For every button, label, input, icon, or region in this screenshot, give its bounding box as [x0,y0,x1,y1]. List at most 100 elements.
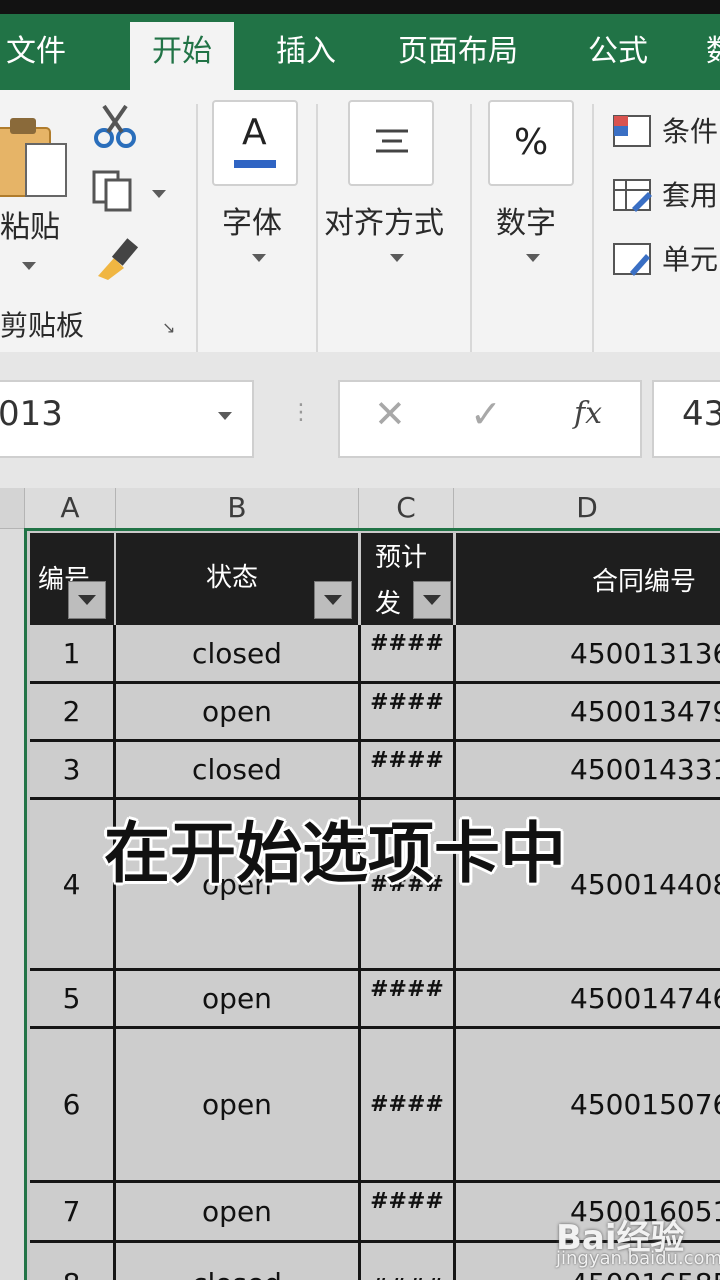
cell-eta[interactable]: #### [361,1243,456,1280]
format-painter-icon[interactable] [94,236,139,284]
row-headers[interactable] [0,529,24,1280]
cell-no[interactable]: 2 [30,684,116,742]
ribbon-home: 粘贴 剪贴板 ↘ A 字体 对齐方式 % 数字 条件 套用 单元 [0,90,720,354]
number-group-label: 数字 [496,206,556,241]
cell-eta[interactable]: #### [361,1183,456,1243]
cell-no[interactable]: 7 [30,1183,116,1243]
paste-button[interactable] [0,114,72,204]
cell-status[interactable]: closed [116,742,361,800]
name-box-dropdown-icon[interactable] [218,412,232,420]
insert-function-icon[interactable]: fx [574,396,602,431]
cell-contract[interactable]: 450013479 [456,684,720,742]
tab-page-layout[interactable]: 页面布局 [398,14,518,90]
cell-eta[interactable]: #### [361,625,456,684]
alignment-dropdown-icon[interactable] [390,254,404,262]
header-status-label: 状态 [206,563,259,593]
cell-contract[interactable]: 450014331 [456,742,720,800]
group-separator [592,104,594,352]
cell-contract[interactable]: 450013136 [456,625,720,684]
cell-no[interactable]: 5 [30,971,116,1029]
cell-status[interactable]: open [116,971,361,1029]
column-header-c[interactable]: C [359,488,454,529]
top-bar [0,0,720,14]
align-center-icon [376,129,408,153]
format-as-table-button[interactable]: 套用 [612,174,720,218]
cell-styles-icon [613,243,651,276]
cell-status[interactable]: open [116,684,361,742]
cell-no[interactable]: 1 [30,625,116,684]
font-dropdown-icon[interactable] [252,254,266,262]
tab-file[interactable]: 文件 [6,14,66,90]
paste-dropdown-icon[interactable] [22,262,36,270]
header-eta-line2: 发 [375,589,402,619]
cell-contract[interactable]: 450014746 [456,971,720,1029]
header-cell-eta[interactable]: 预计 发 [361,533,453,625]
cell-contract[interactable]: 450015076 [456,1029,720,1183]
cell-eta[interactable]: #### [361,742,456,800]
clipboard-launcher-icon[interactable]: ↘ [162,318,175,337]
formula-input[interactable]: 43 [652,380,720,458]
filter-dropdown-icon[interactable] [68,581,106,619]
font-icon: A [242,112,267,153]
font-color-bar [234,160,276,168]
format-as-table-label: 套用 [662,179,719,212]
formula-bar: 013 ⋮ ✕ ✓ fx 43 [0,352,720,488]
cell-status[interactable]: open [116,1183,361,1243]
cell-no[interactable]: 8 [30,1243,116,1280]
tab-home[interactable]: 开始 [130,22,234,90]
header-eta-line1: 预计 [375,543,428,573]
copy-dropdown-icon[interactable] [152,190,166,198]
cancel-icon[interactable]: ✕ [374,392,406,436]
header-cell-contract[interactable]: 合同编号 [456,533,720,625]
group-separator [470,104,472,352]
tab-data[interactable]: 数 [706,14,720,90]
cell-eta[interactable]: #### [361,684,456,742]
paste-icon [0,118,67,197]
cell-no[interactable]: 3 [30,742,116,800]
conditional-formatting-button[interactable]: 条件 [612,110,720,154]
cell-styles-label: 单元 [662,243,719,276]
tab-insert[interactable]: 插入 [276,14,336,90]
cell-styles-button[interactable]: 单元 [612,238,720,282]
formula-bar-grip-icon: ⋮ [290,400,312,425]
baidu-watermark-url: jingyan.baidu.com [556,1248,720,1269]
selection-border [24,528,27,1280]
group-separator [316,104,318,352]
alignment-button[interactable] [348,100,434,186]
copy-icon[interactable] [92,170,134,216]
cell-status[interactable]: open [116,1029,361,1183]
tutorial-caption: 在开始选项卡中 [104,815,566,892]
filter-dropdown-icon[interactable] [314,581,352,619]
header-contract-label: 合同编号 [592,567,697,597]
enter-icon[interactable]: ✓ [470,392,502,436]
cell-eta[interactable]: #### [361,971,456,1029]
formula-value: 43 [682,394,720,434]
header-cell-no[interactable]: 编号 [30,533,114,625]
number-dropdown-icon[interactable] [526,254,540,262]
cell-no[interactable]: 6 [30,1029,116,1183]
column-header-b[interactable]: B [116,488,359,529]
alignment-group-label: 对齐方式 [324,206,444,241]
cell-status[interactable]: closed [116,1243,361,1280]
header-cell-status[interactable]: 状态 [116,533,358,625]
cut-icon[interactable] [94,104,136,154]
selection-border-top [24,528,720,531]
clipboard-group-label: 剪贴板 [0,309,85,342]
number-button[interactable]: % [488,100,574,186]
cell-eta[interactable]: #### [361,1029,456,1183]
select-all-corner[interactable] [0,488,25,529]
formula-buttons: ✕ ✓ fx [338,380,642,458]
percent-icon: % [514,122,549,163]
column-header-d[interactable]: D [454,488,720,529]
font-button[interactable]: A [212,100,298,186]
ribbon-tabs: 文件 开始 插入 页面布局 公式 数 [0,14,720,90]
paste-label: 粘贴 [0,210,60,245]
name-box[interactable]: 013 [0,380,254,458]
conditional-formatting-icon [613,115,651,147]
cell-status[interactable]: closed [116,625,361,684]
tab-formulas[interactable]: 公式 [588,14,648,90]
font-group-label: 字体 [222,206,282,241]
filter-dropdown-icon[interactable] [413,581,451,619]
group-separator [196,104,198,352]
column-header-a[interactable]: A [25,488,116,529]
